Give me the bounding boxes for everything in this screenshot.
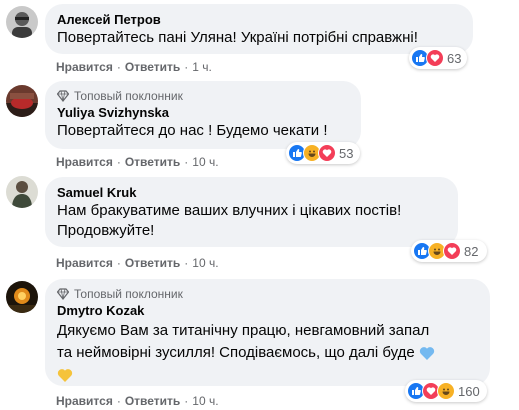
comment-time[interactable]: 10 ч. [192,394,218,408]
comment-time[interactable]: 1 ч. [192,60,212,74]
comment-author[interactable]: Yuliya Svizhynska [57,104,349,121]
love-reaction-icon [443,242,461,260]
avatar[interactable] [6,281,38,313]
comment-actions: Нравится · Ответить · 10 ч. [56,155,219,169]
top-fan-badge: Топовый поклонник [74,287,183,301]
yellow-heart-icon [57,368,73,382]
comment-bubble: Алексей Петров Повертайтесь пані Уляна! … [45,4,473,54]
reactions-summary[interactable]: 160 [405,380,487,402]
top-fan-diamond-icon [57,288,69,300]
comment-bubble: Samuel Kruk Нам бракуватиме ваших влучни… [45,177,458,247]
comment-time[interactable]: 10 ч. [192,155,218,169]
top-fan-badge: Топовый поклонник [74,89,183,103]
comment-actions: Нравится · Ответить · 10 ч. [56,394,219,408]
reaction-count: 63 [447,50,462,66]
reply-button[interactable]: Ответить [125,155,180,169]
comment-text-line: та неймовірні зусилля! Сподіваємось, що … [57,343,478,363]
comment-bubble: Топовый поклонник Dmytro Kozak Дякуємо В… [45,279,490,386]
reaction-count: 160 [458,383,480,399]
avatar[interactable] [6,176,38,208]
comment-text: Повертайтесь пані Уляна! Україні потрібн… [57,29,418,46]
reactions-summary[interactable]: 82 [411,240,487,262]
like-button[interactable]: Нравится [56,256,113,270]
like-button[interactable]: Нравится [56,394,113,408]
comment-actions: Нравится · Ответить · 10 ч. [56,256,219,270]
reactions-summary[interactable]: 63 [409,47,467,69]
haha-reaction-icon [437,382,455,400]
comment-bubble: Топовый поклонник Yuliya Svizhynska Пове… [45,81,361,149]
comment-text-line: Нам бракуватиме ваших влучних і цікавих … [57,202,402,219]
comment-author[interactable]: Алексей Петров [57,11,461,28]
like-button[interactable]: Нравится [56,60,113,74]
blue-heart-icon [419,346,435,360]
reactions-summary[interactable]: 53 [286,142,360,164]
avatar[interactable] [6,6,38,38]
avatar[interactable] [6,85,38,117]
comment-text-line: Продовжуйте! [57,222,155,239]
comment-text: Повертайтеся до нас ! Будемо чекати ! [57,122,328,139]
top-fan-diamond-icon [57,90,69,102]
comment-text-line: Дякуємо Вам за титанічну працю, невгамов… [57,322,430,339]
love-reaction-icon [318,144,336,162]
comment-author[interactable]: Samuel Kruk [57,184,446,201]
comment-actions: Нравится · Ответить · 1 ч. [56,60,212,74]
comment-author[interactable]: Dmytro Kozak [57,302,478,319]
comment-time[interactable]: 10 ч. [192,256,218,270]
reaction-count: 82 [464,243,479,259]
reply-button[interactable]: Ответить [125,60,180,74]
reply-button[interactable]: Ответить [125,256,180,270]
like-button[interactable]: Нравится [56,155,113,169]
reaction-count: 53 [339,145,354,161]
love-reaction-icon [426,49,444,67]
reply-button[interactable]: Ответить [125,394,180,408]
